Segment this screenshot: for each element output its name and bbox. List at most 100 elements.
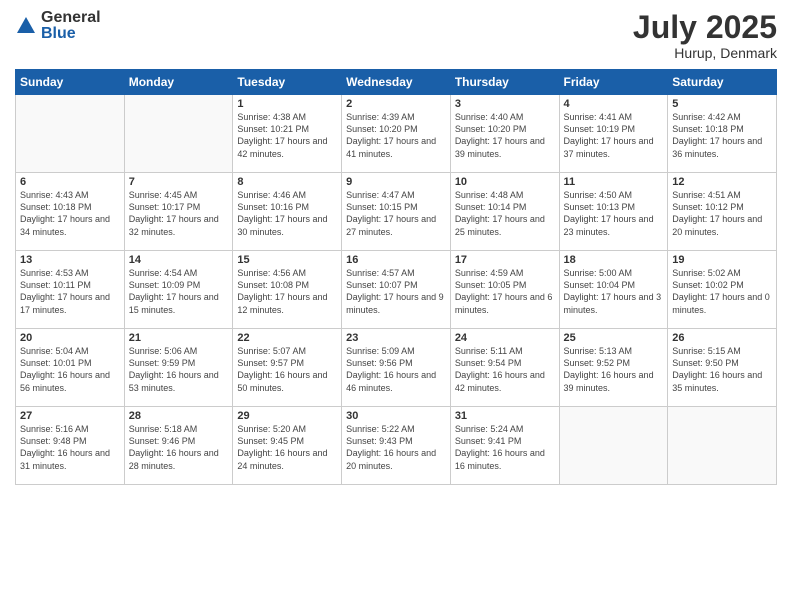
- day-info: Sunrise: 4:46 AM Sunset: 10:16 PM Daylig…: [237, 189, 337, 238]
- title-block: July 2025 Hurup, Denmark: [633, 10, 777, 61]
- day-info: Sunrise: 4:54 AM Sunset: 10:09 PM Daylig…: [129, 267, 229, 316]
- day-number: 18: [564, 254, 664, 266]
- day-info: Sunrise: 5:09 AM Sunset: 9:56 PM Dayligh…: [346, 345, 446, 394]
- day-number: 22: [237, 332, 337, 344]
- day-info: Sunrise: 5:02 AM Sunset: 10:02 PM Daylig…: [672, 267, 772, 316]
- table-row: 10Sunrise: 4:48 AM Sunset: 10:14 PM Dayl…: [450, 173, 559, 251]
- day-number: 20: [20, 332, 120, 344]
- logo-text: General Blue: [41, 10, 101, 42]
- weekday-header-row: Sunday Monday Tuesday Wednesday Thursday…: [16, 70, 777, 95]
- header-sunday: Sunday: [16, 70, 125, 95]
- day-number: 29: [237, 410, 337, 422]
- table-row: 18Sunrise: 5:00 AM Sunset: 10:04 PM Dayl…: [559, 251, 668, 329]
- table-row: [16, 95, 125, 173]
- page: General Blue July 2025 Hurup, Denmark Su…: [0, 0, 792, 612]
- day-info: Sunrise: 5:07 AM Sunset: 9:57 PM Dayligh…: [237, 345, 337, 394]
- location: Hurup, Denmark: [633, 45, 777, 61]
- day-info: Sunrise: 5:18 AM Sunset: 9:46 PM Dayligh…: [129, 423, 229, 472]
- day-number: 19: [672, 254, 772, 266]
- day-number: 8: [237, 176, 337, 188]
- logo-general-text: General: [41, 10, 101, 26]
- table-row: 14Sunrise: 4:54 AM Sunset: 10:09 PM Dayl…: [124, 251, 233, 329]
- day-number: 26: [672, 332, 772, 344]
- table-row: 6Sunrise: 4:43 AM Sunset: 10:18 PM Dayli…: [16, 173, 125, 251]
- day-number: 28: [129, 410, 229, 422]
- day-number: 15: [237, 254, 337, 266]
- day-info: Sunrise: 5:06 AM Sunset: 9:59 PM Dayligh…: [129, 345, 229, 394]
- day-info: Sunrise: 4:48 AM Sunset: 10:14 PM Daylig…: [455, 189, 555, 238]
- table-row: 11Sunrise: 4:50 AM Sunset: 10:13 PM Dayl…: [559, 173, 668, 251]
- table-row: 5Sunrise: 4:42 AM Sunset: 10:18 PM Dayli…: [668, 95, 777, 173]
- table-row: 2Sunrise: 4:39 AM Sunset: 10:20 PM Dayli…: [342, 95, 451, 173]
- table-row: 12Sunrise: 4:51 AM Sunset: 10:12 PM Dayl…: [668, 173, 777, 251]
- logo-icon: [15, 15, 37, 37]
- table-row: 21Sunrise: 5:06 AM Sunset: 9:59 PM Dayli…: [124, 329, 233, 407]
- table-row: [124, 95, 233, 173]
- day-info: Sunrise: 4:51 AM Sunset: 10:12 PM Daylig…: [672, 189, 772, 238]
- day-info: Sunrise: 4:45 AM Sunset: 10:17 PM Daylig…: [129, 189, 229, 238]
- calendar-week-row: 6Sunrise: 4:43 AM Sunset: 10:18 PM Dayli…: [16, 173, 777, 251]
- day-number: 7: [129, 176, 229, 188]
- day-number: 13: [20, 254, 120, 266]
- table-row: 3Sunrise: 4:40 AM Sunset: 10:20 PM Dayli…: [450, 95, 559, 173]
- day-info: Sunrise: 4:50 AM Sunset: 10:13 PM Daylig…: [564, 189, 664, 238]
- day-info: Sunrise: 4:53 AM Sunset: 10:11 PM Daylig…: [20, 267, 120, 316]
- day-number: 27: [20, 410, 120, 422]
- day-info: Sunrise: 4:38 AM Sunset: 10:21 PM Daylig…: [237, 111, 337, 160]
- day-info: Sunrise: 4:43 AM Sunset: 10:18 PM Daylig…: [20, 189, 120, 238]
- table-row: 17Sunrise: 4:59 AM Sunset: 10:05 PM Dayl…: [450, 251, 559, 329]
- header: General Blue July 2025 Hurup, Denmark: [15, 10, 777, 61]
- day-number: 21: [129, 332, 229, 344]
- calendar-week-row: 20Sunrise: 5:04 AM Sunset: 10:01 PM Dayl…: [16, 329, 777, 407]
- table-row: 22Sunrise: 5:07 AM Sunset: 9:57 PM Dayli…: [233, 329, 342, 407]
- day-number: 30: [346, 410, 446, 422]
- day-info: Sunrise: 4:56 AM Sunset: 10:08 PM Daylig…: [237, 267, 337, 316]
- table-row: 15Sunrise: 4:56 AM Sunset: 10:08 PM Dayl…: [233, 251, 342, 329]
- day-info: Sunrise: 5:04 AM Sunset: 10:01 PM Daylig…: [20, 345, 120, 394]
- day-number: 11: [564, 176, 664, 188]
- table-row: 7Sunrise: 4:45 AM Sunset: 10:17 PM Dayli…: [124, 173, 233, 251]
- table-row: 27Sunrise: 5:16 AM Sunset: 9:48 PM Dayli…: [16, 407, 125, 485]
- day-number: 4: [564, 98, 664, 110]
- header-thursday: Thursday: [450, 70, 559, 95]
- day-info: Sunrise: 5:20 AM Sunset: 9:45 PM Dayligh…: [237, 423, 337, 472]
- day-number: 2: [346, 98, 446, 110]
- day-number: 31: [455, 410, 555, 422]
- table-row: [668, 407, 777, 485]
- calendar-table: Sunday Monday Tuesday Wednesday Thursday…: [15, 69, 777, 485]
- day-info: Sunrise: 4:39 AM Sunset: 10:20 PM Daylig…: [346, 111, 446, 160]
- day-info: Sunrise: 5:11 AM Sunset: 9:54 PM Dayligh…: [455, 345, 555, 394]
- day-number: 16: [346, 254, 446, 266]
- day-info: Sunrise: 4:41 AM Sunset: 10:19 PM Daylig…: [564, 111, 664, 160]
- day-info: Sunrise: 5:16 AM Sunset: 9:48 PM Dayligh…: [20, 423, 120, 472]
- logo-blue-text: Blue: [41, 26, 101, 42]
- table-row: 16Sunrise: 4:57 AM Sunset: 10:07 PM Dayl…: [342, 251, 451, 329]
- day-info: Sunrise: 5:15 AM Sunset: 9:50 PM Dayligh…: [672, 345, 772, 394]
- day-number: 23: [346, 332, 446, 344]
- day-info: Sunrise: 5:13 AM Sunset: 9:52 PM Dayligh…: [564, 345, 664, 394]
- day-number: 6: [20, 176, 120, 188]
- header-tuesday: Tuesday: [233, 70, 342, 95]
- day-number: 17: [455, 254, 555, 266]
- header-saturday: Saturday: [668, 70, 777, 95]
- day-info: Sunrise: 5:22 AM Sunset: 9:43 PM Dayligh…: [346, 423, 446, 472]
- header-wednesday: Wednesday: [342, 70, 451, 95]
- month-title: July 2025: [633, 10, 777, 45]
- day-number: 12: [672, 176, 772, 188]
- table-row: 19Sunrise: 5:02 AM Sunset: 10:02 PM Dayl…: [668, 251, 777, 329]
- day-number: 9: [346, 176, 446, 188]
- table-row: 24Sunrise: 5:11 AM Sunset: 9:54 PM Dayli…: [450, 329, 559, 407]
- day-number: 1: [237, 98, 337, 110]
- table-row: 29Sunrise: 5:20 AM Sunset: 9:45 PM Dayli…: [233, 407, 342, 485]
- calendar-week-row: 13Sunrise: 4:53 AM Sunset: 10:11 PM Dayl…: [16, 251, 777, 329]
- day-number: 25: [564, 332, 664, 344]
- day-number: 10: [455, 176, 555, 188]
- table-row: 26Sunrise: 5:15 AM Sunset: 9:50 PM Dayli…: [668, 329, 777, 407]
- day-info: Sunrise: 4:59 AM Sunset: 10:05 PM Daylig…: [455, 267, 555, 316]
- day-number: 5: [672, 98, 772, 110]
- table-row: 25Sunrise: 5:13 AM Sunset: 9:52 PM Dayli…: [559, 329, 668, 407]
- table-row: 4Sunrise: 4:41 AM Sunset: 10:19 PM Dayli…: [559, 95, 668, 173]
- day-number: 24: [455, 332, 555, 344]
- table-row: 30Sunrise: 5:22 AM Sunset: 9:43 PM Dayli…: [342, 407, 451, 485]
- header-friday: Friday: [559, 70, 668, 95]
